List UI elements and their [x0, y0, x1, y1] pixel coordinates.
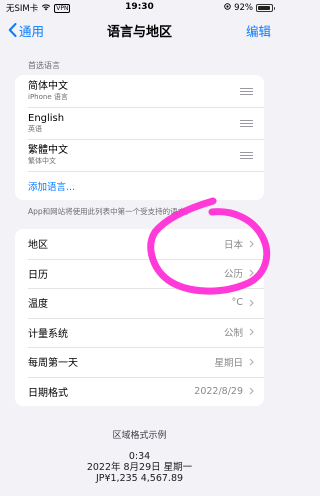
status-left: 无SIM卡 VPN [6, 2, 71, 14]
chevron-right-icon [249, 240, 254, 248]
back-label: 通用 [19, 23, 45, 39]
reorder-handle-icon[interactable] [240, 119, 253, 127]
chevron-right-icon [249, 387, 254, 395]
row-value: 日本 [223, 239, 243, 251]
row-label: 每周第一天 [28, 358, 78, 370]
region-settings-list: 地区 日本 日历 公历 温度 °C 计量系统 公制 每周第一天 星期日 日期格式… [15, 229, 264, 406]
region-format-example: 区域格式示例 0:34 2022年 8月29日 星期一 JP¥1,235 4,5… [0, 428, 279, 484]
back-button[interactable]: 通用 [8, 21, 44, 40]
row-label: 温度 [28, 299, 48, 311]
settings-row-first-day-of-week[interactable]: 每周第一天 星期日 [15, 347, 264, 377]
settings-row-temperature[interactable]: 温度 °C [15, 288, 264, 318]
row-value: °C [231, 297, 243, 309]
language-name: 繁體中文 [28, 145, 68, 156]
row-label: 日历 [28, 269, 48, 281]
settings-row-region[interactable]: 地区 日本 [15, 229, 264, 259]
row-value: 星期日 [214, 357, 243, 369]
chevron-right-icon [249, 358, 254, 366]
row-value: 公制 [223, 328, 243, 340]
chevron-right-icon [249, 269, 254, 277]
language-row-traditional-chinese[interactable]: 繁體中文 繁体中文 [15, 139, 264, 171]
languages-footer-note: App和网站将使用此列表中第一个受支持的语言。 [28, 207, 193, 216]
edit-button[interactable]: 编辑 [246, 21, 271, 40]
status-right: 92% [224, 3, 275, 13]
battery-percent: 92% [234, 3, 253, 13]
example-numbers: JP¥1,235 4,567.89 [95, 473, 184, 484]
add-language-button[interactable]: 添加语言... [15, 171, 264, 200]
language-subtitle: 英语 [28, 125, 42, 133]
settings-row-measurement-system[interactable]: 计量系统 公制 [15, 317, 264, 348]
navigation-bar: 通用 语言与地区 编辑 [0, 16, 279, 44]
example-title: 区域格式示例 [112, 431, 167, 441]
example-date: 2022年 8月29日 星期一 [86, 462, 193, 473]
language-row-simplified-chinese[interactable]: 简体中文 iPhone 语言 [15, 75, 264, 107]
row-label: 日期格式 [28, 387, 68, 399]
carrier-label: 无SIM卡 [6, 4, 39, 14]
language-row-english[interactable]: English 英语 [15, 107, 264, 139]
wifi-icon [41, 3, 51, 14]
language-name: English [28, 113, 65, 124]
row-value: 公历 [223, 269, 243, 281]
preferred-languages-list: 简体中文 iPhone 语言 English 英语 繁體中文 繁体中文 添加语言… [15, 75, 264, 200]
row-value: 2022/8/29 [194, 385, 243, 397]
chevron-right-icon [249, 299, 254, 307]
language-subtitle: iPhone 语言 [28, 93, 68, 101]
reorder-handle-icon[interactable] [240, 87, 253, 95]
status-bar: 无SIM卡 VPN 92% [0, 0, 279, 16]
battery-icon [256, 4, 275, 12]
row-label: 计量系统 [28, 328, 68, 340]
example-time: 0:34 [128, 451, 151, 462]
language-name: 简体中文 [28, 81, 68, 92]
chevron-left-icon [8, 23, 17, 37]
reorder-handle-icon[interactable] [240, 151, 253, 159]
vpn-badge: VPN [54, 3, 71, 13]
location-icon [224, 3, 231, 13]
settings-row-date-format[interactable]: 日期格式 2022/8/29 [15, 376, 264, 407]
language-subtitle: 繁体中文 [28, 157, 56, 165]
row-label: 地区 [28, 240, 48, 252]
chevron-right-icon [249, 328, 254, 336]
preferred-languages-header: 首选语言 [28, 61, 60, 70]
settings-row-calendar[interactable]: 日历 公历 [15, 258, 264, 289]
